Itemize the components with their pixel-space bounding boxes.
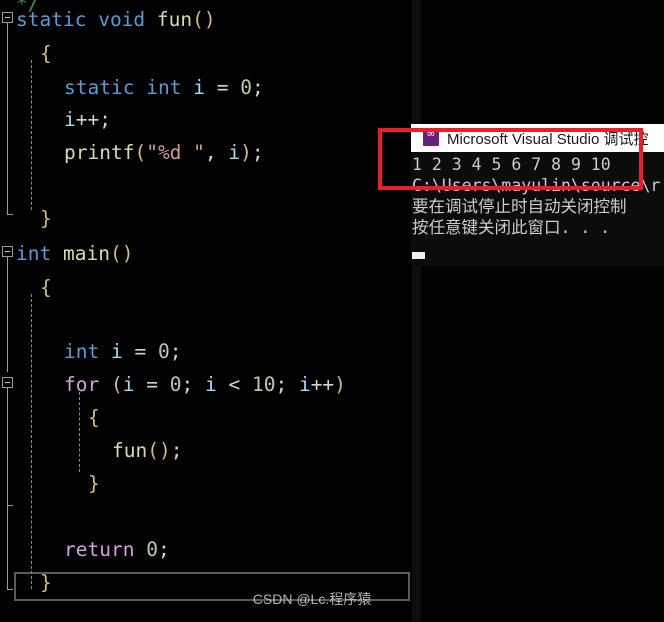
indent-guide-line (31, 60, 32, 210)
code-token-control: for (64, 373, 100, 396)
code-token-brace: ( (110, 373, 123, 396)
code-token-keyword: void (98, 8, 146, 31)
code-token-punct: ; (170, 439, 183, 462)
code-token-punct: ; (251, 76, 264, 99)
code-token-func: fun (112, 439, 148, 462)
code-token-punct: ; (181, 373, 205, 396)
code-token-punct: = (146, 373, 158, 396)
code-token-brace: } (88, 472, 100, 495)
code-line[interactable]: } (40, 205, 52, 233)
code-token-func: main (62, 242, 110, 265)
code-line[interactable]: fun(); (112, 437, 182, 465)
code-token-punct: = (134, 340, 147, 363)
code-token-punct: = (216, 76, 229, 99)
console-title-bar[interactable]: Microsoft Visual Studio 调试控 (411, 124, 664, 152)
code-token-brace: { (40, 276, 52, 299)
code-token-brace: { (40, 42, 52, 65)
code-token-punct: , (204, 141, 229, 164)
visual-studio-icon (423, 127, 439, 146)
code-line[interactable]: { (40, 40, 52, 68)
code-line[interactable]: int i = 0; (64, 338, 181, 366)
code-token-num: 0 (240, 76, 252, 99)
code-token-keyword: int (64, 340, 100, 363)
screen-root: */static void fun(){static int i = 0; i++… (0, 0, 664, 622)
code-token-num: 0 (169, 373, 182, 396)
code-token-ident: i (228, 141, 241, 164)
code-token-brace: () (192, 8, 216, 31)
console-output-area[interactable]: 按任意键关闭此窗口. . . 要在调试停止时自动关闭控制 C:\Users\mayu… (411, 152, 664, 266)
code-editor[interactable]: */static void fun(){static int i = 0; i++… (0, 0, 412, 622)
code-token-brace: () (147, 439, 171, 462)
code-line[interactable]: return 0; (64, 536, 170, 564)
code-token-punct: ; (275, 373, 299, 396)
code-token-ident: i (298, 373, 311, 396)
code-token-brace: ( (134, 141, 147, 164)
code-token-num: 0 (146, 538, 158, 561)
code-token-num: 10 (251, 373, 276, 396)
code-token-keyword: int (16, 242, 52, 265)
code-token-func: printf (64, 141, 135, 164)
code-token-func: fun (156, 8, 193, 31)
code-line[interactable]: i++; (64, 106, 111, 134)
indent-guide-line (31, 294, 32, 589)
code-token-num: 0 (157, 340, 170, 363)
code-line[interactable]: { (88, 404, 100, 432)
code-token-brace: ) (240, 141, 252, 164)
indent-guide-line (79, 392, 80, 472)
code-text-surface[interactable]: */static void fun(){static int i = 0; i++… (0, 0, 412, 622)
code-line[interactable]: printf("%d ", i); (64, 139, 264, 167)
code-token-ident: i (122, 373, 135, 396)
code-token-keyword: static (16, 8, 87, 31)
code-token-brace: { (88, 406, 100, 429)
code-token-punct: ++ (310, 373, 335, 396)
code-line[interactable]: } (88, 470, 100, 498)
code-token-ident: i (64, 108, 76, 131)
code-line[interactable]: static int i = 0; (64, 74, 264, 102)
code-token-keyword: int (146, 76, 182, 99)
code-token-punct: ; (251, 141, 264, 164)
code-token-brace: } (40, 207, 52, 230)
code-token-punct: ++; (75, 108, 111, 131)
code-line[interactable]: static void fun() (16, 6, 216, 34)
code-token-ident: i (204, 373, 217, 396)
code-token-brace: () (109, 242, 134, 265)
code-token-control: return (64, 538, 135, 561)
csdn-watermark: CSDN @Lc.程序猿 (252, 591, 372, 607)
console-output-line: 1 2 3 4 5 6 7 8 9 10 (412, 155, 611, 174)
code-token-punct: ; (157, 538, 170, 561)
code-token-keyword: static (64, 76, 135, 99)
editor-vertical-scrollbar[interactable] (412, 0, 421, 622)
code-token-punct: < (228, 373, 241, 396)
code-token-ident: i (193, 76, 205, 99)
console-output-line: 要在调试停止时自动关闭控制 (412, 197, 627, 216)
code-token-punct: ; (169, 340, 182, 363)
debug-console-window[interactable]: Microsoft Visual Studio 调试控 按任意键关闭此窗口. .… (411, 124, 664, 266)
console-output-line: 按任意键关闭此窗口. . . (412, 218, 611, 237)
code-line[interactable]: int main() (16, 240, 133, 268)
console-title-text: Microsoft Visual Studio 调试控 (447, 130, 649, 148)
code-token-brace: ) (334, 373, 346, 396)
console-caret (412, 252, 425, 259)
code-line[interactable]: { (40, 274, 52, 302)
code-token-string: "%d " (146, 141, 205, 164)
console-output-line: C:\Users\mayulin\source\r (412, 176, 661, 195)
code-token-ident: i (110, 340, 123, 363)
code-line[interactable]: for (i = 0; i < 10; i++) (64, 371, 346, 399)
